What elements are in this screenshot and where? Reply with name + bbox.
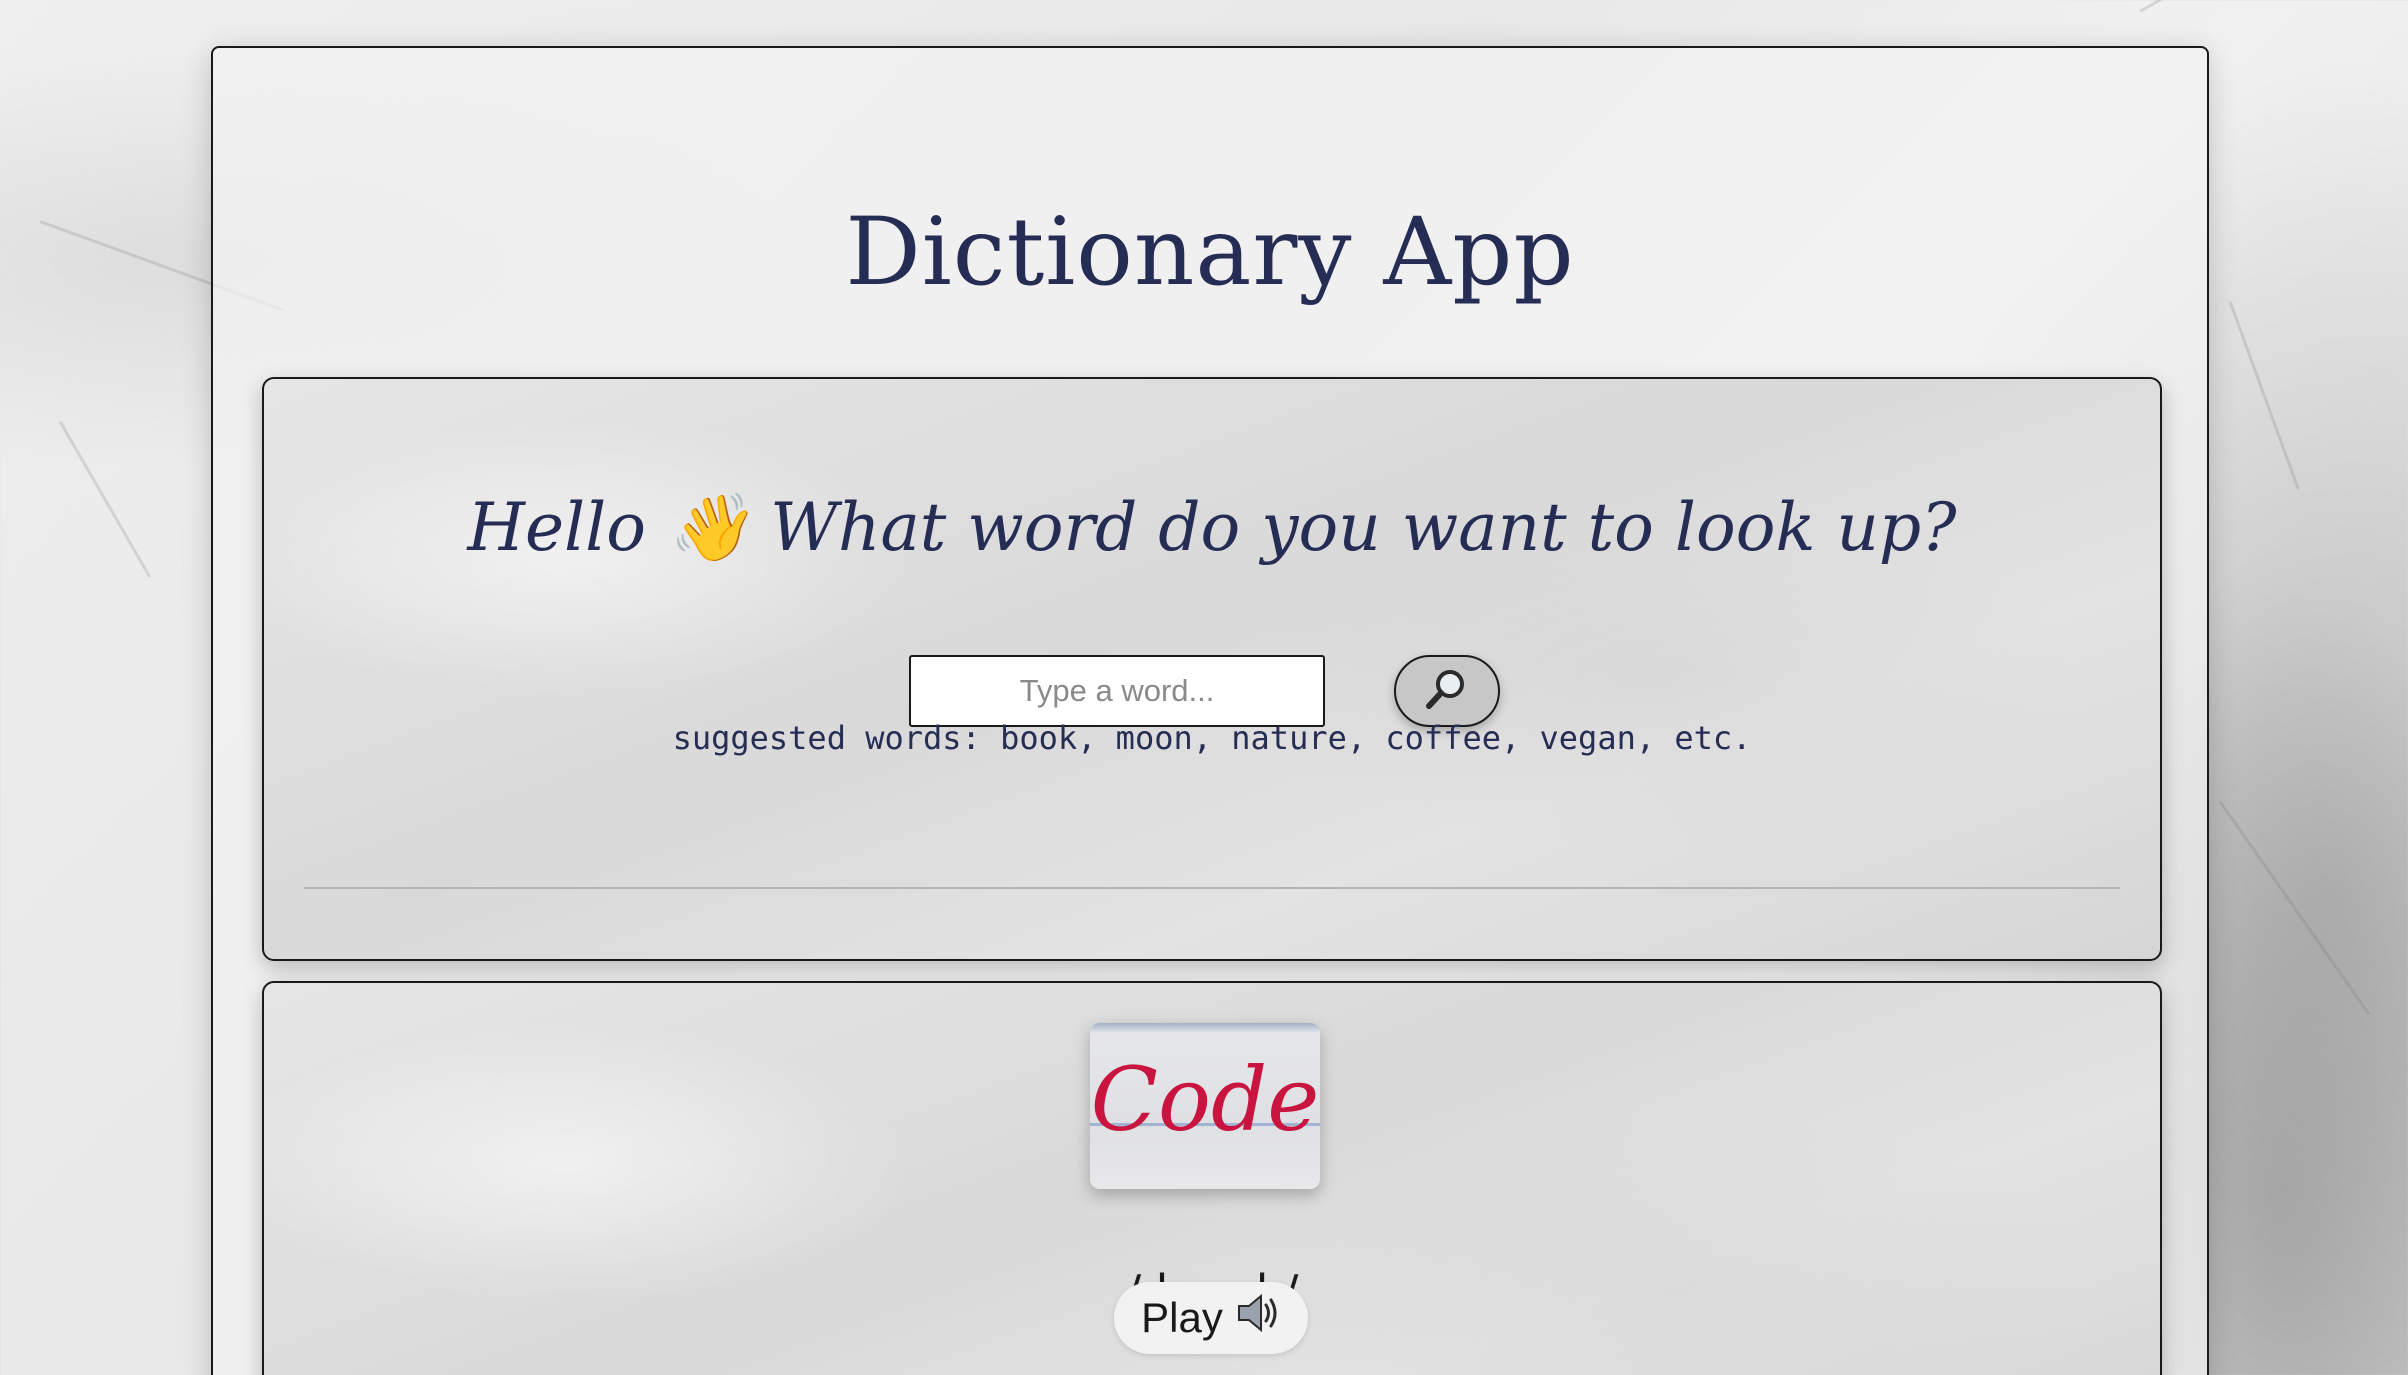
search-icon	[1424, 666, 1470, 717]
play-label: Play	[1141, 1294, 1223, 1341]
marble-vein	[2218, 800, 2371, 1016]
app-container: Dictionary App Hello 👋 What word do you …	[211, 46, 2209, 1375]
marble-vein	[58, 420, 152, 579]
suggested-words: suggested words: book, moon, nature, cof…	[672, 719, 1752, 757]
search-button[interactable]	[1394, 655, 1500, 727]
search-panel: Hello 👋 What word do you want to look up…	[262, 377, 2162, 961]
divider	[304, 887, 2120, 889]
play-audio-button[interactable]: Play	[1114, 1282, 1308, 1354]
marble-vein	[2228, 300, 2300, 490]
app-title: Dictionary App	[845, 198, 1575, 307]
word-image: Code	[1090, 1023, 1320, 1189]
search-input[interactable]	[909, 655, 1325, 727]
greeting-heading: Hello 👋 What word do you want to look up…	[467, 489, 1957, 566]
marble-vein	[2139, 0, 2262, 13]
speaker-icon	[1235, 1292, 1281, 1344]
word-image-text: Code	[1090, 1047, 1320, 1151]
